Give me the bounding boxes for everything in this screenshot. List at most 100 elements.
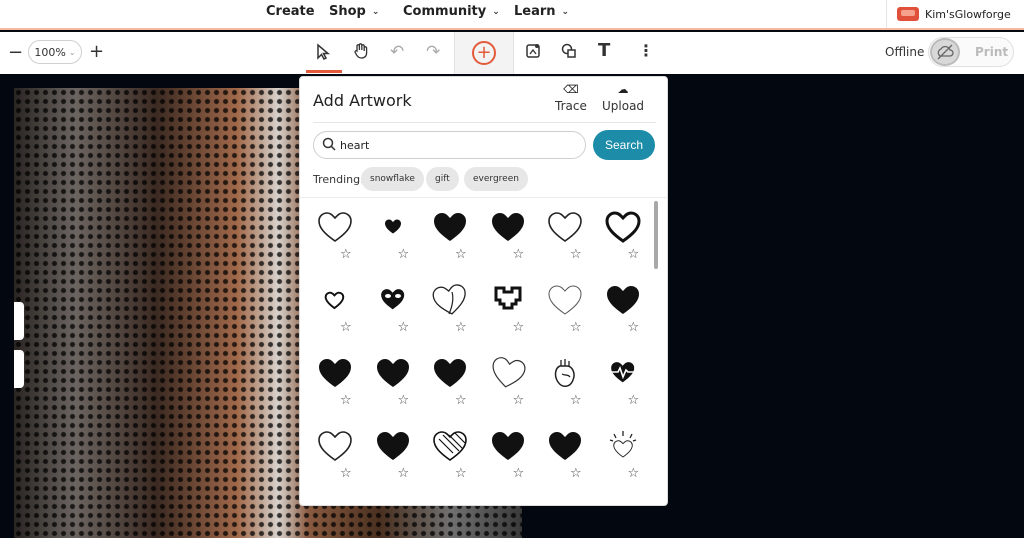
favorite-star-icon[interactable]: ☆ [513,247,525,262]
heart-solid-icon [491,213,524,241]
chevron-down-icon: ⌄ [371,6,380,17]
favorite-star-icon[interactable]: ☆ [570,320,582,335]
favorite-star-icon[interactable]: ☆ [455,320,467,335]
heart-sparkle-icon [609,431,636,458]
artwork-item[interactable]: ☆ [425,282,475,342]
chevron-down-icon: ⌄ [492,6,500,17]
more-icon[interactable]: ⋮ [638,41,654,60]
plus-icon[interactable]: + [89,41,104,62]
trending-chip[interactable]: snowflake [361,167,424,191]
anatomical-heart-icon [554,359,575,387]
upload-button[interactable]: ☁ Upload [602,83,644,113]
artwork-item[interactable]: ☆ [540,209,590,269]
shapes-icon[interactable] [560,42,578,60]
favorite-star-icon[interactable]: ☆ [455,247,467,262]
minus-icon[interactable]: − [8,42,23,63]
favorite-star-icon[interactable]: ☆ [340,320,352,335]
artwork-item[interactable]: ☆ [540,282,590,342]
artwork-item[interactable]: ☆ [598,282,648,342]
active-tool-indicator [306,70,342,73]
artwork-item[interactable]: ☆ [540,355,590,415]
favorite-star-icon[interactable]: ☆ [628,247,640,262]
toolbar: − 100% ⌄ + ↶ ↷ + T ⋮ Offline Print [0,32,1024,74]
trace-button[interactable]: ⌫ Trace [555,83,587,113]
heart-solid-icon [606,286,639,314]
heart-sketch-icon [432,284,466,315]
artwork-item[interactable]: ☆ [310,209,360,269]
nav-create[interactable]: Create [266,4,315,19]
trending-chip[interactable]: evergreen [464,167,528,191]
artwork-item[interactable]: ☆ [368,282,418,342]
favorite-star-icon[interactable]: ☆ [455,393,467,408]
search-input[interactable] [313,131,586,159]
artwork-item[interactable]: ☆ [368,209,418,269]
search-button[interactable]: Search [593,130,655,160]
favorite-star-icon[interactable]: ☆ [628,320,640,335]
artwork-item[interactable]: ☆ [310,282,360,342]
add-artwork-icon: + [472,41,496,65]
favorite-star-icon[interactable]: ☆ [570,247,582,262]
account-menu[interactable]: Kim'sGlowforge [886,0,1024,28]
artwork-item[interactable]: ☆ [598,209,648,269]
artwork-item[interactable]: ☆ [368,355,418,415]
text-icon[interactable]: T [598,40,610,61]
favorite-star-icon[interactable]: ☆ [513,393,525,408]
favorite-star-icon[interactable]: ☆ [513,320,525,335]
favorite-star-icon[interactable]: ☆ [570,393,582,408]
trending-chip[interactable]: gift [426,167,459,191]
pan-hand-icon[interactable] [352,42,370,60]
connection-status: Offline [885,45,925,59]
zoom-select[interactable]: 100% ⌄ [28,40,82,64]
top-navigation: Create Shop ⌄ Community ⌄ Learn ⌄ Kim'sGlow… [0,0,1024,30]
artwork-item[interactable]: ☆ [310,355,360,415]
favorite-star-icon[interactable]: ☆ [455,466,467,481]
artwork-item[interactable]: ☆ [425,355,475,415]
chevron-down-icon: ⌄ [561,6,570,17]
add-artwork-tab[interactable]: + [454,32,514,74]
heart-outline-icon [318,431,352,461]
magic-image-icon[interactable] [524,42,542,60]
artwork-item[interactable]: ☆ [483,428,533,488]
artwork-item[interactable]: ☆ [598,355,648,415]
favorite-star-icon[interactable]: ☆ [628,393,640,408]
artwork-item[interactable]: ☆ [425,209,475,269]
account-name: Kim'sGlowforge [925,7,1011,21]
favorite-star-icon[interactable]: ☆ [628,466,640,481]
scrollbar[interactable] [654,201,658,269]
undo-icon[interactable]: ↶ [390,42,404,62]
heart-solid-icon [376,432,409,460]
canvas-handle[interactable] [14,302,24,340]
favorite-star-icon[interactable]: ☆ [398,320,410,335]
zoom-value: 100% [34,45,66,59]
artwork-item[interactable]: ☆ [368,428,418,488]
heart-hatched-icon [433,431,467,461]
favorite-star-icon[interactable]: ☆ [398,393,410,408]
favorite-star-icon[interactable]: ☆ [340,247,352,262]
heart-eyes-icon [380,289,404,310]
chevron-down-icon: ⌄ [68,47,76,57]
redo-icon[interactable]: ↷ [426,42,440,62]
heart-outline-icon [318,212,352,242]
artwork-item[interactable]: ☆ [598,428,648,488]
nav-shop[interactable]: Shop ⌄ [329,4,379,19]
heart-solid-icon [491,432,524,460]
nav-learn[interactable]: Learn ⌄ [514,4,569,19]
favorite-star-icon[interactable]: ☆ [570,466,582,481]
artwork-item[interactable]: ☆ [540,428,590,488]
add-artwork-panel: Add Artwork ⌫ Trace ☁ Upload Search Tren… [299,76,668,506]
favorite-star-icon[interactable]: ☆ [340,393,352,408]
artwork-item[interactable]: ☆ [425,428,475,488]
favorite-star-icon[interactable]: ☆ [340,466,352,481]
artwork-item[interactable]: ☆ [483,282,533,342]
heart-doodle-icon [492,357,526,388]
artwork-item[interactable]: ☆ [483,209,533,269]
favorite-star-icon[interactable]: ☆ [513,466,525,481]
print-button[interactable]: Print [928,37,1014,67]
artwork-item[interactable]: ☆ [483,355,533,415]
favorite-star-icon[interactable]: ☆ [398,247,410,262]
artwork-item[interactable]: ☆ [310,428,360,488]
select-arrow-icon[interactable] [315,43,331,61]
favorite-star-icon[interactable]: ☆ [398,466,410,481]
canvas-handle[interactable] [14,350,24,388]
nav-community[interactable]: Community ⌄ [403,4,500,19]
